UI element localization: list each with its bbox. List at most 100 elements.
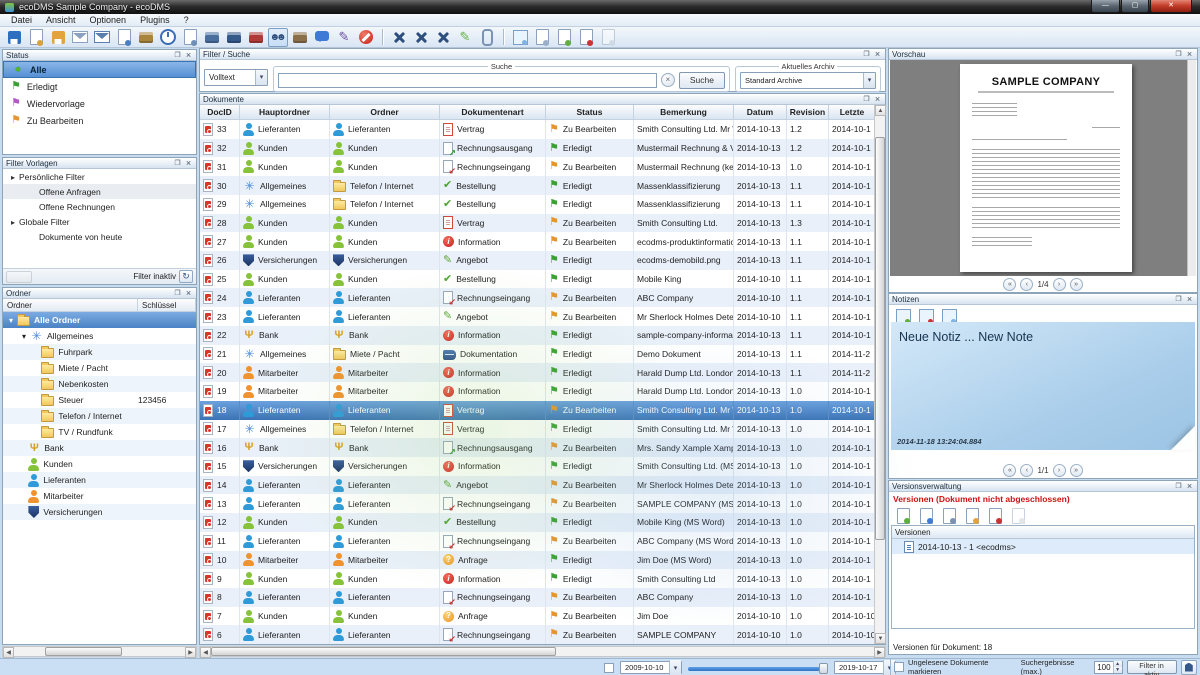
close-panel-icon[interactable] bbox=[1185, 295, 1194, 304]
search-input[interactable] bbox=[278, 73, 657, 88]
remove-document-icon[interactable] bbox=[576, 28, 596, 47]
close-panel-icon[interactable] bbox=[184, 159, 193, 168]
checkin-version-icon[interactable] bbox=[916, 506, 936, 525]
close-panel-icon[interactable] bbox=[184, 51, 193, 60]
filter-inactive-button[interactable]: Filter in aktiv bbox=[1127, 660, 1177, 674]
column-header-letzte[interactable]: Letzte bbox=[829, 105, 876, 120]
edit-icon[interactable] bbox=[455, 28, 475, 47]
column-header-status[interactable]: Status bbox=[546, 105, 634, 120]
expander-icon[interactable] bbox=[9, 315, 13, 325]
float-panel-icon[interactable] bbox=[173, 51, 182, 60]
close-panel-icon[interactable] bbox=[873, 50, 882, 59]
date-filter-checkbox[interactable] bbox=[604, 663, 614, 673]
table-row[interactable]: 24LieferantenLieferantenRechnungseingang… bbox=[200, 288, 874, 307]
float-panel-icon[interactable] bbox=[1174, 295, 1183, 304]
menu-item[interactable]: ? bbox=[177, 15, 196, 25]
folder-item-nebenkosten[interactable]: Nebenkosten bbox=[3, 376, 196, 392]
table-row[interactable]: 32KundenKundenRechnungsausgang⚑ErledigtM… bbox=[200, 139, 874, 158]
date-range-slider[interactable] bbox=[688, 662, 828, 674]
scrollbar-thumb[interactable] bbox=[875, 137, 885, 540]
filter-item-offene-anfragen[interactable]: Offene Anfragen bbox=[3, 184, 196, 199]
cabinet-icon[interactable] bbox=[290, 28, 310, 47]
toggle-filter-button[interactable]: ↻ bbox=[179, 270, 193, 283]
table-row[interactable]: 28KundenKundenVertrag⚑Zu BearbeitenSmith… bbox=[200, 214, 874, 233]
scrollbar-thumb[interactable] bbox=[45, 647, 122, 656]
search-dialog-icon[interactable] bbox=[312, 28, 332, 47]
column-ordner[interactable]: Ordner bbox=[3, 299, 138, 311]
minimize-button[interactable]: — bbox=[1091, 0, 1120, 13]
note-card[interactable]: Neue Notiz ... New Note 2014-11-18 13:24… bbox=[891, 322, 1195, 450]
users-icon[interactable] bbox=[268, 28, 288, 47]
table-row[interactable]: 17✳AllgemeinesTelefon / InternetVertrag⚑… bbox=[200, 420, 874, 439]
date-to-select[interactable]: 2019-10-17 bbox=[834, 661, 896, 674]
scrollbar-thumb[interactable] bbox=[211, 647, 556, 656]
scroll-left-icon[interactable]: ◀ bbox=[200, 647, 211, 658]
first-page-button[interactable] bbox=[1003, 278, 1016, 291]
screen-icon[interactable] bbox=[224, 28, 244, 47]
table-row[interactable]: 6LieferantenLieferantenRechnungseingang⚑… bbox=[200, 625, 874, 644]
stop-icon[interactable] bbox=[356, 28, 376, 47]
table-row[interactable]: 9KundenKundeniInformation⚑ErledigtSmith … bbox=[200, 569, 874, 588]
unread-checkbox[interactable] bbox=[894, 662, 904, 672]
ink-note-icon[interactable] bbox=[334, 28, 354, 47]
menu-optionen[interactable]: Optionen bbox=[83, 15, 134, 25]
finalize-version-icon[interactable] bbox=[1008, 506, 1028, 525]
search-mode-select[interactable]: Volltext bbox=[204, 69, 268, 86]
table-row[interactable]: 21✳AllgemeinesMiete / PachtDokumentation… bbox=[200, 345, 874, 364]
scanner-icon[interactable] bbox=[202, 28, 222, 47]
column-header-bemerkung[interactable]: Bemerkung bbox=[634, 105, 734, 120]
table-row[interactable]: 29✳AllgemeinesTelefon / Internet✔Bestell… bbox=[200, 195, 874, 214]
folder-item-lieferanten[interactable]: Lieferanten bbox=[3, 472, 196, 488]
scroll-right-icon[interactable]: ▶ bbox=[874, 647, 885, 658]
add-filter-button[interactable] bbox=[6, 271, 32, 283]
archive-calendar-icon[interactable] bbox=[136, 28, 156, 47]
inbox-upload-icon[interactable] bbox=[180, 28, 200, 47]
delete-version-icon[interactable] bbox=[985, 506, 1005, 525]
menu-datei[interactable]: Datei bbox=[4, 15, 39, 25]
document-disabled-icon[interactable] bbox=[598, 28, 618, 47]
table-row[interactable]: 33LieferantenLieferantenVertrag⚑Zu Bearb… bbox=[200, 120, 874, 139]
float-panel-icon[interactable] bbox=[1174, 50, 1183, 59]
table-row[interactable]: 16ΨBankΨBankRechnungsausgang⚑Zu Bearbeit… bbox=[200, 438, 874, 457]
column-header-revision[interactable]: Revision bbox=[787, 105, 829, 120]
expander-icon[interactable] bbox=[11, 217, 15, 227]
date-from-select[interactable]: 2009-10-10 bbox=[620, 661, 682, 674]
save-icon[interactable] bbox=[4, 28, 24, 47]
table-row[interactable]: 11LieferantenLieferantenRechnungseingang… bbox=[200, 532, 874, 551]
documents-vertical-scrollbar[interactable]: ▲ ▼ bbox=[874, 105, 885, 644]
last-page-button[interactable] bbox=[1070, 278, 1083, 291]
status-item-zu-bearbeiten[interactable]: ⚑Zu Bearbeiten bbox=[3, 112, 196, 129]
folder-item-steuer[interactable]: Steuer123456 bbox=[3, 392, 196, 408]
table-row[interactable]: 27KundenKundeniInformation⚑Zu Bearbeiten… bbox=[200, 232, 874, 251]
archive-status-icon[interactable] bbox=[1181, 660, 1197, 675]
preview-scrollbar[interactable] bbox=[1187, 60, 1196, 276]
table-row[interactable]: 8LieferantenLieferantenRechnungseingang⚑… bbox=[200, 588, 874, 607]
status-item-wiedervorlage[interactable]: ⚑Wiedervorlage bbox=[3, 95, 196, 112]
next-page-button[interactable] bbox=[1053, 278, 1066, 291]
status-item-alle[interactable]: ●Alle bbox=[3, 61, 196, 78]
folder-item-miete-pacht[interactable]: Miete / Pacht bbox=[3, 360, 196, 376]
save-version-icon[interactable] bbox=[962, 506, 982, 525]
folder-item-telefon-internet[interactable]: Telefon / Internet bbox=[3, 408, 196, 424]
left-horizontal-scrollbar[interactable]: ◀ ▶ bbox=[2, 646, 197, 657]
previous-note-button[interactable] bbox=[1020, 464, 1033, 477]
folder-item-tv-rundfunk[interactable]: TV / Rundfunk bbox=[3, 424, 196, 440]
results-spinner[interactable]: 100 ▲▼ bbox=[1094, 661, 1122, 674]
column-header-datum[interactable]: Datum bbox=[734, 105, 787, 120]
attach-icon[interactable] bbox=[477, 28, 497, 47]
filter-item-dokumente-von-heute[interactable]: Dokumente von heute bbox=[3, 229, 196, 244]
table-row[interactable]: 7KundenKunden?Anfrage⚑Zu BearbeitenJim D… bbox=[200, 607, 874, 626]
checkout-version-icon[interactable] bbox=[893, 506, 913, 525]
slider-handle[interactable] bbox=[819, 663, 828, 674]
folder-item-versicherungen[interactable]: Versicherungen bbox=[3, 504, 196, 520]
column-header-hauptordner[interactable]: Hauptordner bbox=[240, 105, 330, 120]
search-button[interactable]: Suche bbox=[679, 72, 725, 89]
archive-select[interactable]: Standard Archive bbox=[740, 72, 876, 89]
status-item-erledigt[interactable]: ⚑Erledigt bbox=[3, 78, 196, 95]
column-schluessel[interactable]: Schlüssel bbox=[138, 299, 196, 311]
folder-item-mitarbeiter[interactable]: Mitarbeiter bbox=[3, 488, 196, 504]
email-archive-icon[interactable] bbox=[92, 28, 112, 47]
settings-icon[interactable] bbox=[389, 28, 409, 47]
scroll-right-icon[interactable]: ▶ bbox=[185, 647, 196, 658]
edit-document-icon[interactable] bbox=[114, 28, 134, 47]
